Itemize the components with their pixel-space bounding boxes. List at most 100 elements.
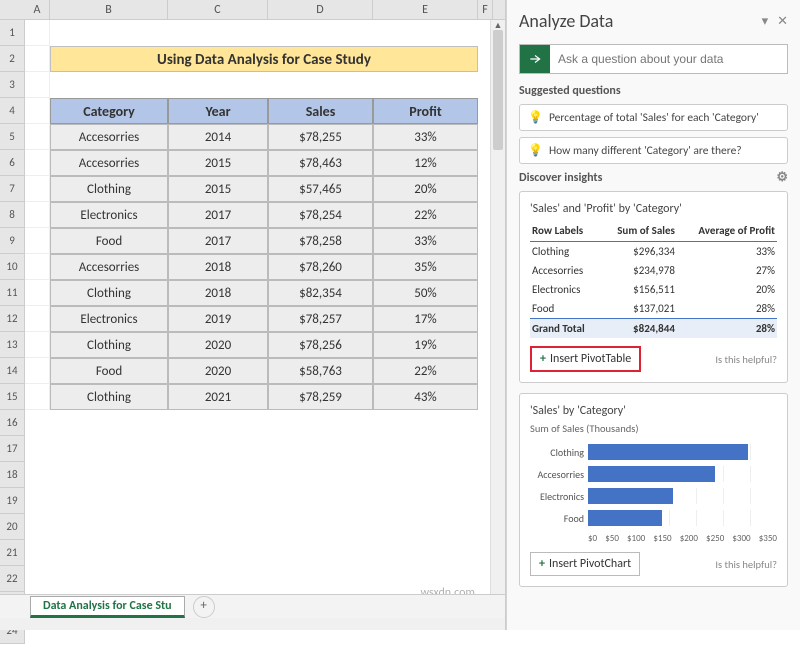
- sheet-tab-active[interactable]: Data Analysis for Case Stu: [30, 596, 185, 618]
- table-cell[interactable]: 2020: [168, 358, 268, 384]
- table-cell[interactable]: $58,763: [268, 358, 373, 384]
- table-cell[interactable]: 12%: [373, 150, 478, 176]
- table-cell[interactable]: $82,354: [268, 280, 373, 306]
- table-cell[interactable]: Accesorries: [50, 150, 168, 176]
- bar-label: Clothing: [530, 446, 588, 459]
- table-cell[interactable]: $57,465: [268, 176, 373, 202]
- table-cell[interactable]: 2015: [168, 176, 268, 202]
- row-header-21[interactable]: 21: [0, 540, 25, 566]
- suggestion-1-text: Percentage of total 'Sales' for each 'Ca…: [549, 111, 759, 125]
- table-cell[interactable]: 22%: [373, 358, 478, 384]
- table-cell[interactable]: 2018: [168, 280, 268, 306]
- table-header[interactable]: Sales: [268, 98, 373, 124]
- row-header-10[interactable]: 10: [0, 254, 25, 280]
- table-cell[interactable]: Food: [50, 228, 168, 254]
- title-cell[interactable]: Using Data Analysis for Case Study: [50, 46, 478, 72]
- table-cell[interactable]: 17%: [373, 306, 478, 332]
- table-cell[interactable]: 19%: [373, 332, 478, 358]
- col-header-F[interactable]: F: [478, 0, 493, 19]
- table-cell[interactable]: $78,255: [268, 124, 373, 150]
- gear-icon[interactable]: ⚙: [776, 170, 788, 185]
- table-header[interactable]: Year: [168, 98, 268, 124]
- table-cell[interactable]: 2020: [168, 332, 268, 358]
- table-cell[interactable]: Accesorries: [50, 124, 168, 150]
- table-header[interactable]: Profit: [373, 98, 478, 124]
- table-cell[interactable]: 2019: [168, 306, 268, 332]
- data-table[interactable]: CategoryYearSalesProfitAccesorries2014$7…: [25, 98, 490, 410]
- table-cell[interactable]: Accesorries: [50, 254, 168, 280]
- search-box[interactable]: [519, 44, 788, 74]
- table-cell[interactable]: 2018: [168, 254, 268, 280]
- row-header-16[interactable]: 16: [0, 410, 25, 436]
- pane-menu-icon[interactable]: ▾: [762, 14, 769, 29]
- table-cell[interactable]: 22%: [373, 202, 478, 228]
- search-submit-icon[interactable]: [520, 45, 550, 73]
- row-header-8[interactable]: 8: [0, 202, 25, 228]
- col-header-B[interactable]: B: [50, 0, 168, 19]
- row-header-15[interactable]: 15: [0, 384, 25, 410]
- scroll-thumb[interactable]: [493, 30, 503, 150]
- row-header-4[interactable]: 4: [0, 98, 25, 124]
- row-header-17[interactable]: 17: [0, 436, 25, 462]
- row-header-3[interactable]: 3: [0, 72, 25, 98]
- col-header-C[interactable]: C: [168, 0, 268, 19]
- table-cell[interactable]: 2015: [168, 150, 268, 176]
- row-header-1[interactable]: 1: [0, 20, 25, 46]
- row-header-6[interactable]: 6: [0, 150, 25, 176]
- row-header-19[interactable]: 19: [0, 488, 25, 514]
- vertical-scrollbar[interactable]: ▲ ▼: [490, 20, 505, 630]
- table-cell[interactable]: 2017: [168, 228, 268, 254]
- helpful-link[interactable]: Is this helpful?: [715, 353, 777, 366]
- row-header-7[interactable]: 7: [0, 176, 25, 202]
- table-cell[interactable]: 43%: [373, 384, 478, 410]
- row-header-2[interactable]: 2: [0, 46, 25, 72]
- table-cell[interactable]: 2017: [168, 202, 268, 228]
- table-cell[interactable]: $78,257: [268, 306, 373, 332]
- table-cell[interactable]: 33%: [373, 228, 478, 254]
- insert-pivotchart-button[interactable]: +Insert PivotChart: [530, 552, 640, 576]
- table-cell[interactable]: Clothing: [50, 176, 168, 202]
- suggestion-2[interactable]: 💡How many different 'Category' are there…: [519, 137, 788, 164]
- table-cell[interactable]: Clothing: [50, 384, 168, 410]
- helpful-link[interactable]: Is this helpful?: [715, 558, 777, 571]
- table-cell[interactable]: 50%: [373, 280, 478, 306]
- row-header-22[interactable]: 22: [0, 566, 25, 592]
- table-cell[interactable]: 2014: [168, 124, 268, 150]
- table-cell[interactable]: $78,260: [268, 254, 373, 280]
- table-header[interactable]: Category: [50, 98, 168, 124]
- table-cell[interactable]: Electronics: [50, 202, 168, 228]
- row-header-13[interactable]: 13: [0, 332, 25, 358]
- table-cell[interactable]: 35%: [373, 254, 478, 280]
- row-header-14[interactable]: 14: [0, 358, 25, 384]
- col-header-A[interactable]: A: [25, 0, 50, 19]
- row-header-5[interactable]: 5: [0, 124, 25, 150]
- suggestion-1[interactable]: 💡Percentage of total 'Sales' for each 'C…: [519, 104, 788, 131]
- table-cell[interactable]: Electronics: [50, 306, 168, 332]
- table-cell[interactable]: $78,254: [268, 202, 373, 228]
- row-header-18[interactable]: 18: [0, 462, 25, 488]
- grid-body[interactable]: Using Data Analysis for Case Study Categ…: [25, 20, 490, 630]
- table-cell[interactable]: Clothing: [50, 332, 168, 358]
- row-header-9[interactable]: 9: [0, 228, 25, 254]
- row-header-20[interactable]: 20: [0, 514, 25, 540]
- horizontal-scrollbar[interactable]: [0, 618, 505, 630]
- row-header-12[interactable]: 12: [0, 306, 25, 332]
- table-cell[interactable]: Food: [50, 358, 168, 384]
- table-cell[interactable]: 33%: [373, 124, 478, 150]
- table-cell[interactable]: 20%: [373, 176, 478, 202]
- table-cell[interactable]: Clothing: [50, 280, 168, 306]
- col-header-E[interactable]: E: [373, 0, 478, 19]
- table-cell[interactable]: $78,258: [268, 228, 373, 254]
- close-icon[interactable]: ✕: [777, 14, 788, 29]
- table-cell[interactable]: $78,256: [268, 332, 373, 358]
- bar-row: Clothing: [530, 441, 777, 463]
- row-header-11[interactable]: 11: [0, 280, 25, 306]
- insert-pivottable-button[interactable]: +Insert PivotTable: [530, 346, 641, 372]
- table-cell[interactable]: $78,259: [268, 384, 373, 410]
- add-sheet-button[interactable]: +: [193, 596, 215, 618]
- table-cell[interactable]: 2021: [168, 384, 268, 410]
- col-header-D[interactable]: D: [268, 0, 373, 19]
- table-cell[interactable]: $78,463: [268, 150, 373, 176]
- pivot-preview-table: Row Labels Sum of Sales Average of Profi…: [530, 220, 777, 338]
- search-input[interactable]: [550, 52, 787, 66]
